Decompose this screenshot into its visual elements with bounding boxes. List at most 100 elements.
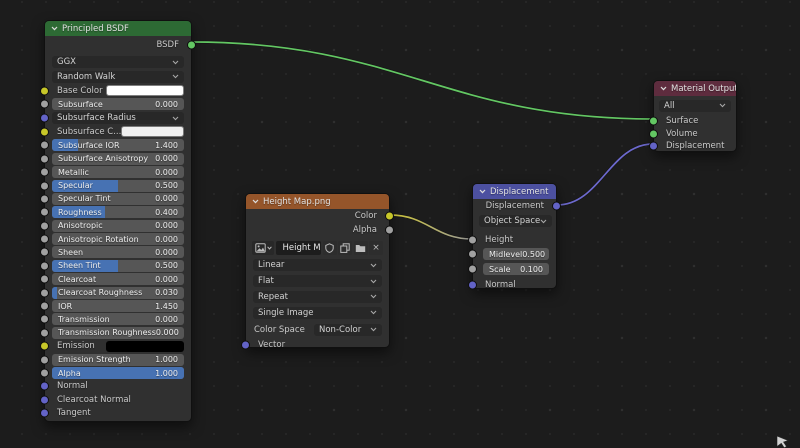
base-color-row: Base Color [40, 84, 191, 97]
subsurface-radius-select[interactable]: Subsurface Radius [52, 112, 184, 125]
tangent-input-socket[interactable] [40, 408, 49, 418]
specular-tint-slider[interactable]: Specular Tint 0.000 [52, 192, 184, 205]
alpha-output-socket[interactable] [385, 225, 394, 235]
normal-input-socket[interactable] [40, 381, 49, 391]
metallic-input-socket[interactable] [40, 167, 49, 177]
clearcoat-normal-input-label: Clearcoat Normal [57, 394, 131, 405]
subsurface-ior-input-socket[interactable] [40, 140, 49, 150]
displacement-to-output-link[interactable] [556, 143, 654, 206]
metallic-slider[interactable]: Metallic 0.000 [52, 166, 184, 179]
subsurface-slider[interactable]: Subsurface 0.000 [52, 98, 184, 111]
material-output-node-header[interactable]: Material Output [654, 81, 736, 96]
color-space-select[interactable]: Non-Color [314, 323, 382, 336]
transmission-input-socket[interactable] [40, 314, 49, 324]
alpha-slider[interactable]: Alpha 1.000 [52, 367, 184, 379]
image-name-field[interactable]: Height Map.png [275, 241, 321, 255]
node-title: Height Map.png [263, 196, 331, 207]
subsurface-ior-slider[interactable]: Subsurface IOR 1.400 [52, 139, 184, 152]
transmission-slider[interactable]: Transmission 0.000 [52, 313, 184, 326]
subsurface-input-socket[interactable] [40, 99, 49, 109]
alpha-input-socket[interactable] [40, 368, 49, 378]
normal-input-socket[interactable] [468, 280, 477, 289]
subsurface-c-input-socket[interactable] [40, 127, 49, 137]
interpolation-select[interactable]: Linear [253, 259, 382, 272]
displacement-input-socket[interactable] [649, 141, 658, 151]
collapse-chevron-icon[interactable] [660, 86, 667, 91]
clearcoat-roughness-slider[interactable]: Clearcoat Roughness 0.030 [52, 286, 184, 299]
slider-value: 1.000 [155, 355, 178, 365]
color-output-socket[interactable] [385, 211, 394, 221]
transmission-roughness-slider[interactable]: Transmission Roughness 0.000 [52, 326, 184, 339]
subsurface-radius-input-socket[interactable] [40, 113, 49, 123]
principled-node-header[interactable]: Principled BSDF [45, 21, 191, 36]
select-value: All [664, 100, 675, 111]
displacement-to-output-link-outline [556, 142, 654, 207]
clearcoat-roughness-input-socket[interactable] [40, 288, 49, 298]
random-walk-select[interactable]: Random Walk [52, 70, 184, 83]
emission-swatch[interactable] [106, 340, 184, 352]
clearcoat-normal-input-socket[interactable] [40, 395, 49, 405]
subsurface-anisotropy-slider[interactable]: Subsurface Anisotropy 0.000 [52, 152, 184, 165]
ior-slider[interactable]: IOR 1.450 [52, 300, 184, 313]
anisotropic-slider[interactable]: Anisotropic 0.000 [52, 219, 184, 232]
midlevel-input-socket[interactable] [468, 249, 477, 259]
sheen-tint-slider[interactable]: Sheen Tint 0.500 [52, 259, 184, 272]
color-field-label: Base Color [57, 85, 103, 96]
ggx-select[interactable]: GGX [52, 56, 184, 69]
extension-select[interactable]: Repeat [253, 290, 382, 303]
collapse-chevron-icon[interactable] [51, 26, 58, 31]
transmission-roughness-input-socket[interactable] [40, 328, 49, 338]
scale-field[interactable]: Scale 0.100 [483, 263, 549, 276]
mouse-cursor [777, 436, 789, 448]
collapse-chevron-icon[interactable] [479, 189, 486, 194]
volume-input-socket[interactable] [649, 129, 658, 139]
color-field-label: Emission [57, 341, 95, 352]
chevron-down-icon [266, 246, 272, 250]
sheen-input-socket[interactable] [40, 247, 49, 257]
bsdf-output-socket[interactable] [187, 40, 196, 50]
anisotropic-rotation-input-socket[interactable] [40, 234, 49, 244]
projection-select[interactable]: Flat [253, 275, 382, 288]
unlink-image-button[interactable]: × [369, 241, 383, 255]
sheen-slider[interactable]: Sheen 0.000 [52, 246, 184, 259]
target-select[interactable]: All [659, 99, 731, 112]
image-icon [254, 243, 266, 253]
vector-input-socket[interactable] [241, 340, 250, 350]
surface-input-socket[interactable] [649, 116, 658, 126]
collapse-chevron-icon[interactable] [252, 199, 259, 204]
emission-strength-input-socket[interactable] [40, 355, 49, 365]
emission-input-socket[interactable] [40, 341, 49, 351]
height-input-socket[interactable] [468, 235, 477, 244]
anisotropic-rotation-slider[interactable]: Anisotropic Rotation 0.000 [52, 233, 184, 246]
space-select[interactable]: Object Space [479, 215, 553, 227]
roughness-input-socket[interactable] [40, 207, 49, 217]
subsurface-c-swatch[interactable] [121, 126, 184, 138]
roughness-slider[interactable]: Roughness 0.400 [52, 206, 184, 219]
specular-input-socket[interactable] [40, 181, 49, 191]
image-node-header[interactable]: Height Map.png [246, 194, 389, 209]
color-to-height-link[interactable] [389, 214, 473, 240]
image-browse-button[interactable] [252, 241, 274, 255]
base-color-input-socket[interactable] [40, 86, 49, 96]
specular-slider[interactable]: Specular 0.500 [52, 179, 184, 192]
emission-strength-slider[interactable]: Emission Strength 1.000 [52, 353, 184, 366]
slider-label: Scale [489, 264, 511, 274]
displacement-node-header[interactable]: Displacement [473, 184, 556, 199]
subsurface-anisotropy-input-socket[interactable] [40, 154, 49, 164]
scale-input-socket[interactable] [468, 264, 477, 274]
ior-input-socket[interactable] [40, 301, 49, 311]
open-image-button[interactable] [353, 241, 368, 255]
sheen-tint-input-socket[interactable] [40, 261, 49, 271]
base-color-swatch[interactable] [106, 85, 184, 97]
duplicate-image-button[interactable] [338, 241, 352, 255]
specular-tint-input-socket[interactable] [40, 194, 49, 204]
slider-label: Subsurface Anisotropy [58, 154, 149, 164]
midlevel-field[interactable]: Midlevel 0.500 [483, 248, 549, 261]
clearcoat-input-socket[interactable] [40, 274, 49, 284]
source-select[interactable]: Single Image [253, 306, 382, 319]
clearcoat-slider[interactable]: Clearcoat 0.000 [52, 273, 184, 286]
bsdf-to-surface-link[interactable] [191, 41, 654, 120]
anisotropic-input-socket[interactable] [40, 221, 49, 231]
fake-user-button[interactable] [322, 241, 337, 255]
displacement-output-socket[interactable] [552, 201, 561, 211]
